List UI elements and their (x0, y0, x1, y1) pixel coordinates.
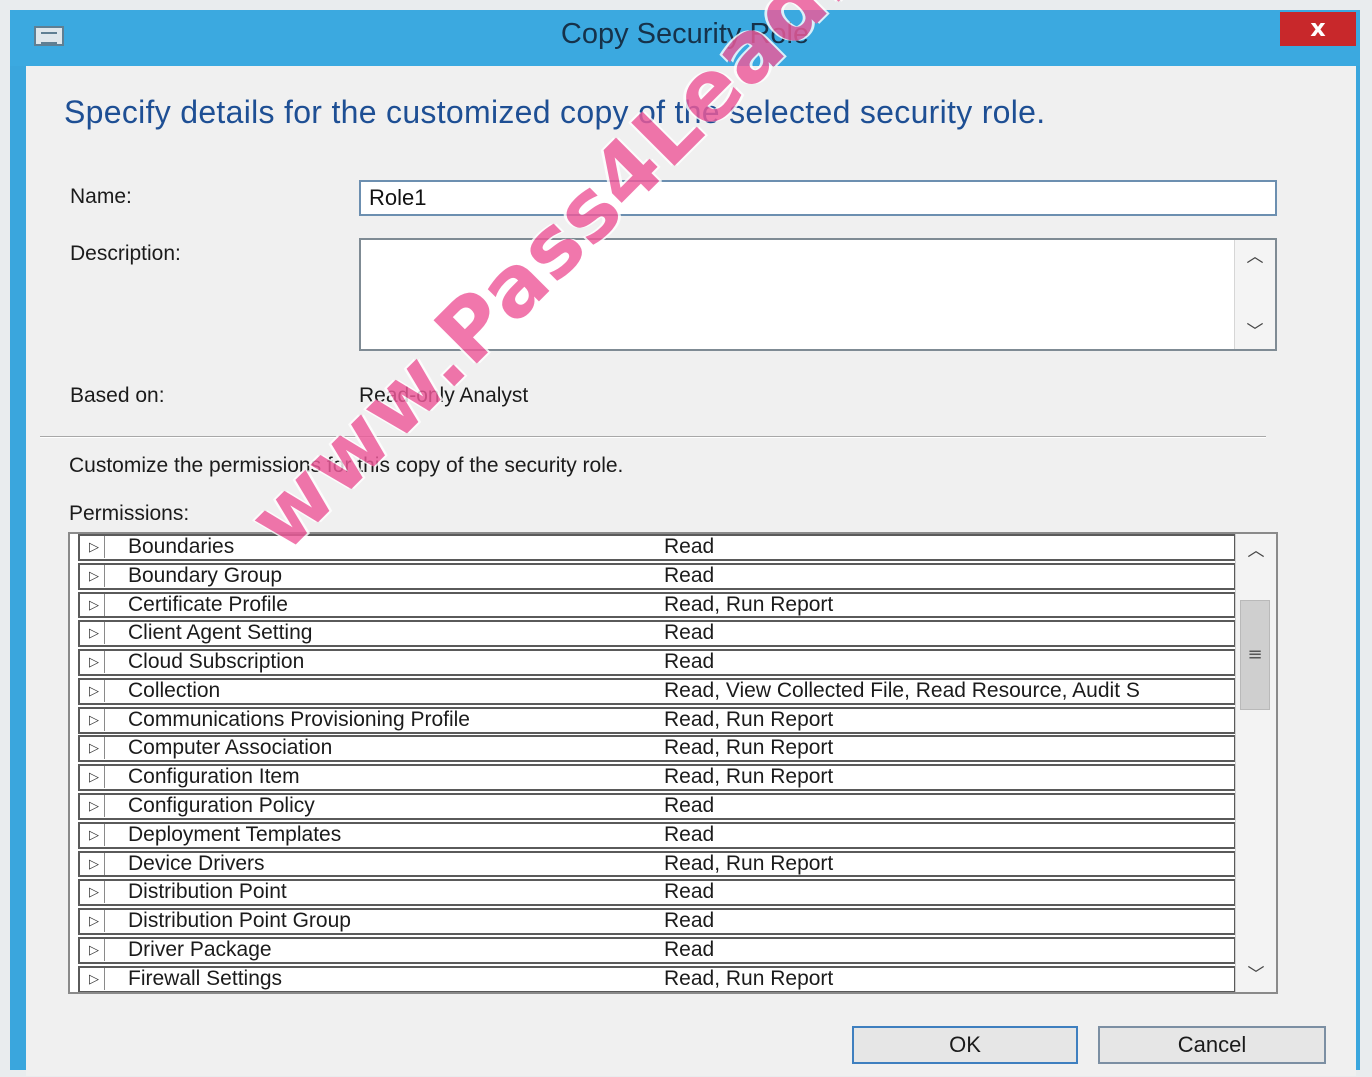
dialog-body: Specify details for the customized copy … (26, 66, 1356, 1076)
permission-value: Read, Run Report (664, 592, 834, 616)
permission-name: Distribution Point Group (128, 909, 351, 933)
permissions-rows: ▷ Boundaries Read ▷ Boundary Group Read ▷ Certi… (70, 534, 1236, 992)
permission-row[interactable]: ▷ Distribution Point Group Read (78, 908, 1236, 936)
permissions-label: Permissions: (69, 502, 190, 525)
title-bar[interactable]: Copy Security Role x (10, 10, 1360, 66)
description-textarea[interactable] (361, 240, 1235, 353)
permission-value: Read, Run Report (664, 966, 834, 990)
expand-icon[interactable]: ▷ (84, 967, 105, 990)
permissions-grid[interactable]: ▷ Boundaries Read ▷ Boundary Group Read ▷ Certi… (68, 532, 1278, 994)
expand-icon[interactable]: ▷ (84, 766, 105, 789)
expand-icon[interactable]: ▷ (84, 651, 105, 674)
permission-value: Read (664, 937, 715, 961)
expand-icon[interactable]: ▷ (84, 679, 105, 702)
ok-button[interactable]: OK (852, 1026, 1078, 1064)
permission-row[interactable]: ▷ Cloud Subscription Read (78, 649, 1236, 677)
expand-icon[interactable]: ▷ (84, 938, 105, 961)
window-title: Copy Security Role (560, 18, 810, 50)
permission-name: Device Drivers (128, 851, 265, 875)
expand-icon[interactable]: ▷ (84, 536, 105, 558)
expand-icon[interactable]: ▷ (84, 593, 105, 616)
permission-row[interactable]: ▷ Driver Package Read (78, 936, 1236, 964)
permission-row[interactable]: ▷ Firewall Settings Read, Run Report (78, 965, 1236, 992)
permission-row[interactable]: ▷ Configuration Item Read, Run Report (78, 764, 1236, 792)
permission-row[interactable]: ▷ Communications Provisioning Profile Read… (78, 706, 1236, 734)
permission-name: Configuration Policy (128, 794, 315, 818)
description-field[interactable]: ︿ ﹀ (359, 238, 1277, 353)
permission-value: Read, Run Report (664, 736, 834, 760)
expand-icon[interactable]: ▷ (84, 881, 105, 904)
name-input[interactable] (359, 180, 1277, 216)
based-on-value: Read-only Analyst (359, 384, 529, 407)
expand-icon[interactable]: ▷ (84, 852, 105, 875)
permission-value: Read (664, 822, 715, 846)
permission-row[interactable]: ▷ Configuration Policy Read (78, 793, 1236, 820)
permission-value: Read, Run Report (664, 707, 834, 731)
expand-icon[interactable]: ▷ (84, 564, 105, 587)
scrollbar-thumb[interactable]: ≡ (1240, 600, 1270, 710)
permission-value: Read (664, 880, 715, 904)
expand-icon[interactable]: ▷ (84, 737, 105, 760)
permission-row[interactable]: ▷ Boundary Group Read (78, 562, 1236, 590)
permissions-instruction: Customize the permissions for this copy … (69, 454, 624, 477)
permission-name: Computer Association (128, 736, 333, 760)
cancel-button[interactable]: Cancel (1098, 1026, 1326, 1064)
permission-value: Read (664, 909, 715, 933)
permission-name: Driver Package (128, 937, 272, 961)
description-label: Description: (70, 242, 181, 265)
expand-icon[interactable]: ▷ (84, 823, 105, 846)
permission-row[interactable]: ▷ Computer Association Read, Run Report (78, 735, 1236, 763)
dialog-heading: Specify details for the customized copy … (64, 94, 1046, 130)
permission-name: Firewall Settings (128, 966, 283, 990)
permission-name: Cloud Subscription (128, 650, 305, 674)
expand-icon[interactable]: ▷ (84, 910, 105, 933)
permission-row[interactable]: ▷ Distribution Point Read (78, 879, 1236, 907)
permission-name: Configuration Item (128, 765, 300, 789)
permission-row[interactable]: ▷ Client Agent Setting Read (78, 620, 1236, 648)
permission-row[interactable]: ▷ Boundaries Read (78, 534, 1236, 561)
expand-icon[interactable]: ▷ (84, 622, 105, 645)
permission-name: Communications Provisioning Profile (128, 707, 470, 731)
scroll-up-icon[interactable]: ︿ (1236, 534, 1276, 568)
permission-row[interactable]: ▷ Deployment Templates Read (78, 821, 1236, 849)
scroll-down-icon[interactable]: ﹀ (1235, 315, 1275, 349)
permission-value: Read, View Collected File, Read Resource… (664, 678, 1140, 702)
permission-name: Collection (128, 678, 221, 702)
expand-icon[interactable]: ▷ (84, 708, 105, 731)
scroll-down-icon[interactable]: ﹀ (1236, 958, 1276, 992)
permission-row[interactable]: ▷ Collection Read, View Collected File, Re… (78, 677, 1236, 705)
permission-value: Read (664, 563, 715, 587)
permission-name: Client Agent Setting (128, 621, 313, 645)
permission-row[interactable]: ▷ Device Drivers Read, Run Report (78, 850, 1236, 878)
permission-name: Boundaries (128, 535, 235, 558)
permission-name: Deployment Templates (128, 822, 342, 846)
section-divider (40, 436, 1266, 438)
permission-name: Distribution Point (128, 880, 287, 904)
permission-value: Read (664, 794, 715, 818)
description-scrollbar[interactable]: ︿ ﹀ (1234, 240, 1275, 349)
close-button[interactable]: x (1280, 12, 1356, 46)
permission-value: Read, Run Report (664, 765, 834, 789)
permission-row[interactable]: ▷ Certificate Profile Read, Run Report (78, 591, 1236, 619)
scroll-up-icon[interactable]: ︿ (1235, 240, 1275, 274)
permission-value: Read (664, 621, 715, 645)
name-label: Name: (70, 185, 132, 208)
dialog-window: Copy Security Role x Specify details for… (10, 10, 1360, 1076)
expand-icon[interactable]: ▷ (84, 795, 105, 818)
permission-value: Read, Run Report (664, 851, 834, 875)
permission-name: Certificate Profile (128, 592, 288, 616)
permission-name: Boundary Group (128, 563, 283, 587)
permission-value: Read (664, 535, 715, 558)
permission-value: Read (664, 650, 715, 674)
based-on-label: Based on: (70, 384, 165, 407)
permissions-scrollbar[interactable]: ︿ ≡ ﹀ (1235, 534, 1276, 992)
